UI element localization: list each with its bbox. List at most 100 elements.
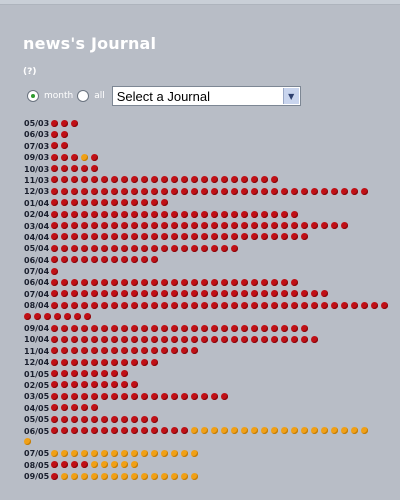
entry-dot-red[interactable] bbox=[361, 187, 368, 195]
entry-dot-red[interactable] bbox=[51, 404, 58, 412]
entry-dot-red[interactable] bbox=[61, 119, 68, 127]
entry-dot-red[interactable] bbox=[131, 199, 138, 207]
entry-dot-red[interactable] bbox=[171, 278, 178, 286]
entry-dot-red[interactable] bbox=[81, 381, 88, 389]
month-radio[interactable] bbox=[27, 90, 39, 102]
entry-dot-red[interactable] bbox=[61, 210, 68, 218]
entry-dot-red[interactable] bbox=[311, 335, 318, 343]
entry-dot-red[interactable] bbox=[81, 256, 88, 264]
entry-dot-red[interactable] bbox=[121, 415, 128, 423]
entry-dot-red[interactable] bbox=[291, 324, 298, 332]
entry-dot-red[interactable] bbox=[111, 199, 118, 207]
entry-dot-red[interactable] bbox=[321, 290, 328, 298]
entry-dot-red[interactable] bbox=[51, 222, 58, 230]
entry-dot-orange[interactable] bbox=[261, 427, 268, 435]
entry-dot-red[interactable] bbox=[71, 199, 78, 207]
entry-dot-red[interactable] bbox=[111, 176, 118, 184]
entry-dot-red[interactable] bbox=[171, 335, 178, 343]
entry-dot-red[interactable] bbox=[171, 427, 178, 435]
entry-dot-red[interactable] bbox=[241, 324, 248, 332]
entry-dot-red[interactable] bbox=[151, 244, 158, 252]
entry-dot-red[interactable] bbox=[111, 324, 118, 332]
entry-dot-red[interactable] bbox=[91, 278, 98, 286]
entry-dot-red[interactable] bbox=[141, 222, 148, 230]
entry-dot-red[interactable] bbox=[91, 222, 98, 230]
entry-dot-red[interactable] bbox=[61, 165, 68, 173]
entry-dot-red[interactable] bbox=[51, 290, 58, 298]
entry-dot-red[interactable] bbox=[131, 335, 138, 343]
entry-dot-red[interactable] bbox=[81, 324, 88, 332]
entry-dot-red[interactable] bbox=[121, 335, 128, 343]
entry-dot-red[interactable] bbox=[51, 392, 58, 400]
entry-dot-red[interactable] bbox=[51, 301, 58, 309]
entry-dot-red[interactable] bbox=[91, 301, 98, 309]
entry-dot-red[interactable] bbox=[211, 233, 218, 241]
entry-dot-red[interactable] bbox=[111, 244, 118, 252]
entry-dot-red[interactable] bbox=[61, 392, 68, 400]
entry-dot-red[interactable] bbox=[101, 324, 108, 332]
entry-dot-red[interactable] bbox=[61, 381, 68, 389]
entry-dot-red[interactable] bbox=[281, 301, 288, 309]
entry-dot-red[interactable] bbox=[171, 392, 178, 400]
entry-dot-red[interactable] bbox=[51, 427, 58, 435]
entry-dot-red[interactable] bbox=[121, 358, 128, 366]
entry-dot-orange[interactable] bbox=[141, 472, 148, 480]
entry-dot-red[interactable] bbox=[111, 415, 118, 423]
entry-dot-red[interactable] bbox=[181, 187, 188, 195]
entry-dot-red[interactable] bbox=[211, 210, 218, 218]
entry-dot-red[interactable] bbox=[171, 244, 178, 252]
entry-dot-red[interactable] bbox=[271, 278, 278, 286]
entry-dot-red[interactable] bbox=[251, 187, 258, 195]
entry-dot-red[interactable] bbox=[111, 233, 118, 241]
entry-dot-red[interactable] bbox=[91, 347, 98, 355]
entry-dot-red[interactable] bbox=[271, 187, 278, 195]
entry-dot-red[interactable] bbox=[161, 324, 168, 332]
entry-dot-orange[interactable] bbox=[71, 472, 78, 480]
entry-dot-red[interactable] bbox=[271, 210, 278, 218]
entry-dot-red[interactable] bbox=[121, 244, 128, 252]
entry-dot-red[interactable] bbox=[231, 187, 238, 195]
entry-dot-orange[interactable] bbox=[111, 461, 118, 469]
entry-dot-orange[interactable] bbox=[101, 472, 108, 480]
entry-dot-red[interactable] bbox=[201, 335, 208, 343]
entry-dot-red[interactable] bbox=[181, 233, 188, 241]
entry-dot-red[interactable] bbox=[91, 176, 98, 184]
entry-dot-red[interactable] bbox=[201, 210, 208, 218]
entry-dot-red[interactable] bbox=[151, 415, 158, 423]
entry-dot-red[interactable] bbox=[221, 278, 228, 286]
entry-dot-red[interactable] bbox=[91, 415, 98, 423]
entry-dot-red[interactable] bbox=[271, 335, 278, 343]
entry-dot-red[interactable] bbox=[101, 358, 108, 366]
entry-dot-red[interactable] bbox=[61, 358, 68, 366]
entry-dot-orange[interactable] bbox=[341, 427, 348, 435]
entry-dot-red[interactable] bbox=[81, 199, 88, 207]
entry-dot-red[interactable] bbox=[91, 358, 98, 366]
entry-dot-red[interactable] bbox=[161, 210, 168, 218]
entry-dot-orange[interactable] bbox=[121, 449, 128, 457]
entry-dot-red[interactable] bbox=[251, 278, 258, 286]
entry-dot-red[interactable] bbox=[301, 187, 308, 195]
entry-dot-red[interactable] bbox=[181, 290, 188, 298]
entry-dot-red[interactable] bbox=[141, 290, 148, 298]
entry-dot-red[interactable] bbox=[241, 233, 248, 241]
entry-dot-red[interactable] bbox=[291, 290, 298, 298]
entry-dot-red[interactable] bbox=[81, 187, 88, 195]
entry-dot-red[interactable] bbox=[111, 301, 118, 309]
entry-dot-red[interactable] bbox=[51, 233, 58, 241]
entry-dot-red[interactable] bbox=[171, 347, 178, 355]
entry-dot-red[interactable] bbox=[151, 301, 158, 309]
entry-dot-orange[interactable] bbox=[91, 449, 98, 457]
entry-dot-red[interactable] bbox=[131, 210, 138, 218]
entry-dot-red[interactable] bbox=[61, 130, 68, 138]
entry-dot-red[interactable] bbox=[101, 335, 108, 343]
entry-dot-red[interactable] bbox=[271, 290, 278, 298]
entry-dot-red[interactable] bbox=[291, 210, 298, 218]
entry-dot-orange[interactable] bbox=[161, 472, 168, 480]
entry-dot-red[interactable] bbox=[231, 324, 238, 332]
entry-dot-red[interactable] bbox=[331, 222, 338, 230]
entry-dot-red[interactable] bbox=[161, 199, 168, 207]
entry-dot-red[interactable] bbox=[191, 290, 198, 298]
entry-dot-red[interactable] bbox=[131, 222, 138, 230]
entry-dot-red[interactable] bbox=[211, 324, 218, 332]
entry-dot-red[interactable] bbox=[81, 222, 88, 230]
